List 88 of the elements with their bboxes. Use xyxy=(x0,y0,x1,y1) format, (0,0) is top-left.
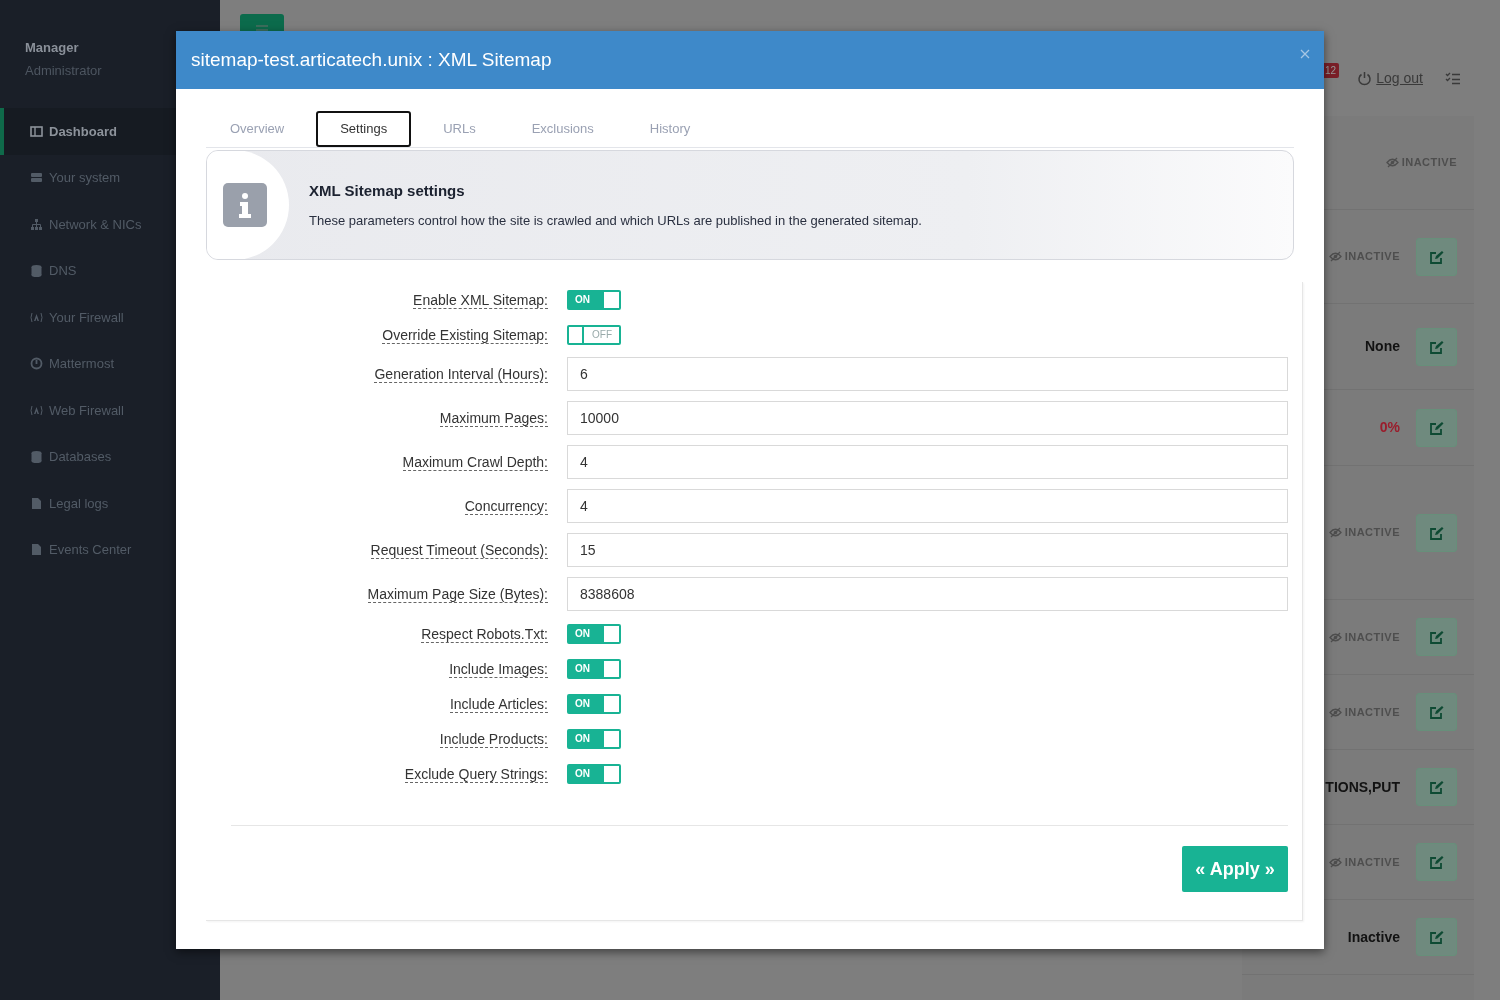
power-icon xyxy=(30,357,43,371)
field-label: Maximum Pages: xyxy=(439,410,548,427)
edit-icon xyxy=(1429,249,1444,264)
dialog-title: sitemap-test.articatech.unix : XML Sitemap xyxy=(191,47,552,72)
eye-slash-icon xyxy=(1328,706,1342,718)
edit-button[interactable] xyxy=(1416,918,1457,956)
edit-icon xyxy=(1429,855,1444,869)
edit-icon xyxy=(1429,630,1444,644)
field-label: Override Existing Sitemap: xyxy=(382,326,548,344)
edit-icon xyxy=(1429,780,1444,794)
document-icon xyxy=(30,543,43,557)
eye-slash-icon xyxy=(1328,856,1342,868)
field-label: Respect Robots.Txt: xyxy=(421,625,548,643)
checklist-icon xyxy=(1445,72,1460,85)
antenna-icon xyxy=(30,310,43,324)
edit-button[interactable] xyxy=(1416,408,1457,447)
field-label: Request Timeout (Seconds): xyxy=(370,542,548,559)
sidebar-item[interactable]: Web Firewall xyxy=(0,387,220,434)
sidebar-item[interactable]: Mattermost xyxy=(0,340,220,387)
input-field[interactable]: 8388608 xyxy=(567,577,1288,611)
antenna-icon xyxy=(30,403,43,417)
value-text: None xyxy=(1365,337,1400,356)
value-text: Inactive xyxy=(1347,927,1400,947)
field-label: Include Images: xyxy=(449,660,548,678)
edit-button[interactable] xyxy=(1416,618,1457,656)
field-label: Generation Interval (Hours): xyxy=(374,366,548,383)
sidebar-item[interactable]: Network & NICs xyxy=(0,201,220,248)
field-label: Maximum Crawl Depth: xyxy=(402,454,548,471)
input-field[interactable]: 6 xyxy=(567,357,1288,391)
toggle-switch[interactable]: ON xyxy=(567,693,621,714)
tab[interactable]: Settings xyxy=(316,111,412,147)
tab[interactable]: URLs xyxy=(419,111,500,147)
edit-icon xyxy=(1429,705,1444,719)
toggle-switch[interactable]: ON xyxy=(567,289,621,310)
input-field[interactable]: 15 xyxy=(567,533,1288,567)
toggle-switch[interactable]: ON xyxy=(567,763,621,784)
info-icon xyxy=(223,183,267,227)
apply-button[interactable]: « Apply » xyxy=(1182,846,1288,892)
database-icon xyxy=(30,264,43,278)
value-text: TIONS,PUT xyxy=(1325,777,1400,797)
sidebar-item[interactable]: Databases xyxy=(0,433,220,480)
logout-link[interactable]: Log out xyxy=(1357,68,1423,89)
toggle-switch[interactable]: OFF xyxy=(567,324,621,345)
power-icon xyxy=(1357,71,1373,86)
sidebar-item[interactable]: Legal logs xyxy=(0,480,220,527)
sidebar-item[interactable]: Events Center xyxy=(0,526,220,573)
field-label: Include Articles: xyxy=(449,695,548,713)
field-label: Concurrency: xyxy=(464,498,548,515)
field-label: Exclude Query Strings: xyxy=(404,765,548,783)
edit-button[interactable] xyxy=(1416,768,1457,806)
toggle-switch[interactable]: ON xyxy=(567,658,621,679)
database-icon xyxy=(30,450,43,464)
edit-button[interactable] xyxy=(1416,513,1457,552)
edit-button[interactable] xyxy=(1416,327,1457,366)
server-icon xyxy=(30,171,43,185)
edit-icon xyxy=(1429,420,1444,435)
field-label: Maximum Page Size (Bytes): xyxy=(367,586,548,603)
user-name: Manager xyxy=(25,39,80,57)
user-role-dropdown[interactable]: Administrator xyxy=(25,60,102,80)
eye-slash-icon xyxy=(1385,157,1399,168)
eye-slash-icon xyxy=(1328,631,1342,643)
edit-button[interactable] xyxy=(1416,237,1457,276)
edit-icon xyxy=(1429,339,1444,354)
sidebar-item[interactable]: DNS xyxy=(0,247,220,294)
input-field[interactable]: 4 xyxy=(567,489,1288,523)
tab[interactable]: History xyxy=(625,111,715,147)
input-field[interactable]: 10000 xyxy=(567,401,1288,435)
edit-icon xyxy=(1429,525,1444,540)
eye-slash-icon xyxy=(1328,527,1342,538)
sidebar-item[interactable]: Your Firewall xyxy=(0,294,220,341)
eye-slash-icon xyxy=(1328,251,1342,262)
edit-button[interactable] xyxy=(1416,843,1457,881)
percent-text: 0% xyxy=(1379,418,1400,437)
field-label: Enable XML Sitemap: xyxy=(413,291,548,309)
sitemap-icon xyxy=(30,217,43,231)
info-title: XML Sitemap settings xyxy=(309,181,466,201)
tab[interactable]: Exclusions xyxy=(507,111,618,147)
toggle-switch[interactable]: ON xyxy=(567,623,621,644)
toggle-switch[interactable]: ON xyxy=(567,728,621,749)
info-text: These parameters control how the site is crawled and which URLs are published in the generated sitemap. xyxy=(309,211,922,230)
dashboard-icon xyxy=(30,124,43,138)
sidebar-item[interactable]: Your system xyxy=(0,154,220,201)
input-field[interactable]: 4 xyxy=(567,445,1288,479)
close-icon xyxy=(1300,49,1310,59)
document-icon xyxy=(30,496,43,510)
field-label: Include Products: xyxy=(439,730,548,748)
edit-button[interactable] xyxy=(1416,693,1457,731)
edit-icon xyxy=(1429,930,1444,944)
